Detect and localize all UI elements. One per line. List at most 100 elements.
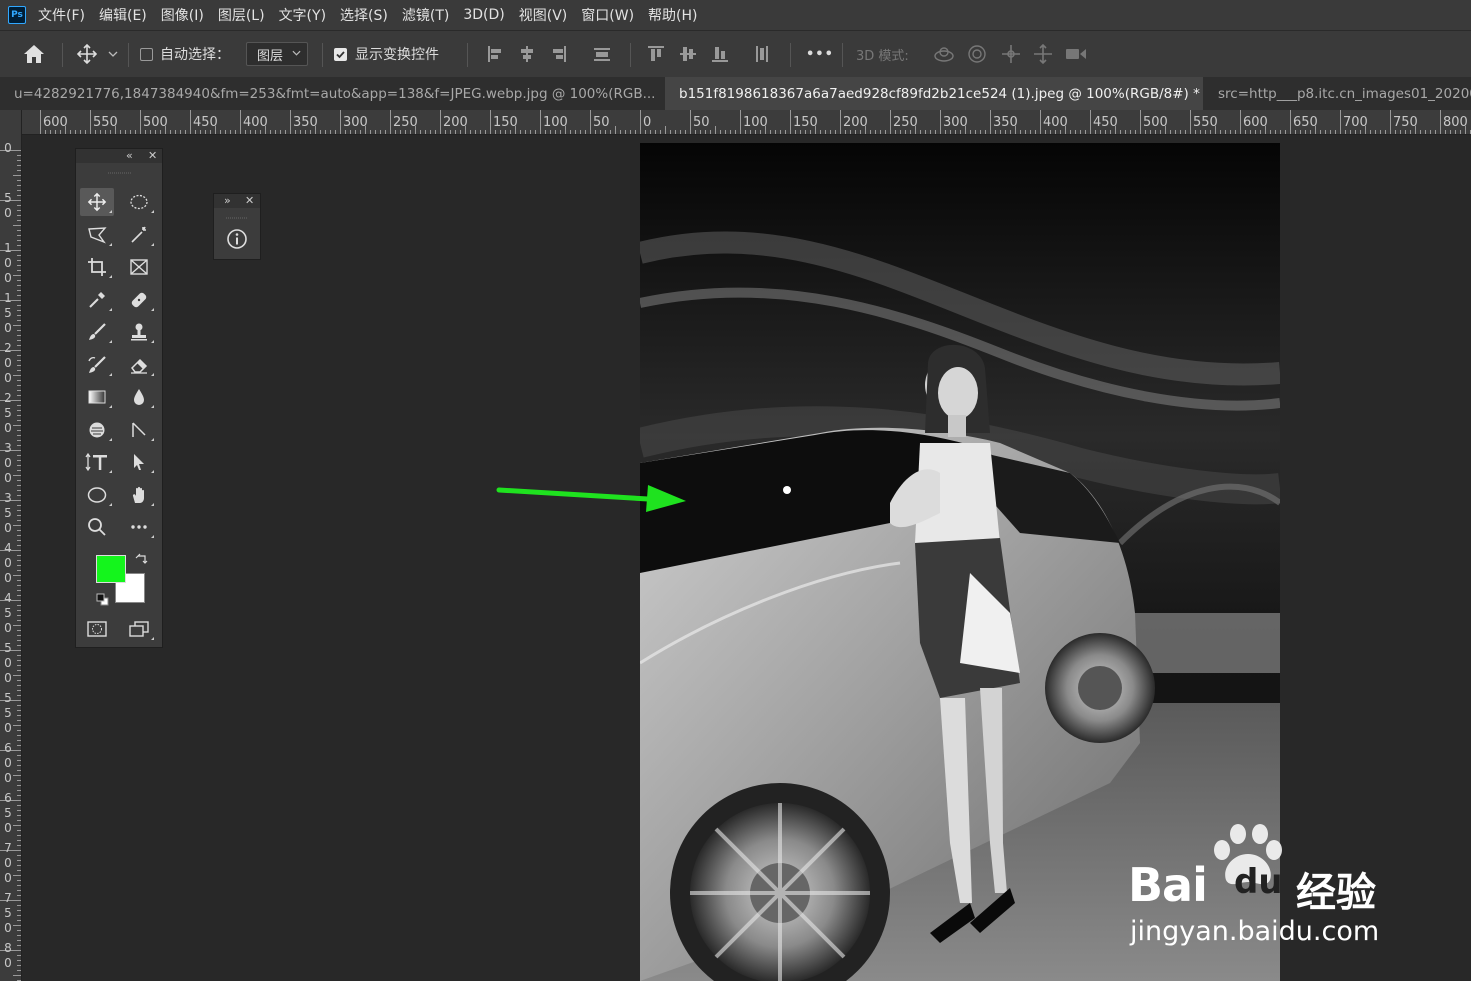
tab-doc-2[interactable]: b151f8198618367a6a7aed928cf89fd2b21ce524… — [665, 77, 1203, 110]
ruler-minor-tick — [17, 160, 21, 161]
ruler-minor-tick — [425, 130, 426, 134]
ruler-minor-tick — [745, 130, 746, 134]
ruler-minor-tick — [810, 130, 811, 134]
healing-brush-icon[interactable] — [122, 286, 156, 314]
3d-camera-icon[interactable] — [1064, 31, 1088, 77]
chevron-down-icon[interactable] — [108, 31, 118, 77]
vertical-ruler[interactable]: 0 50 100 150 200 250 300 350 400 450 500 550 600 650 7… — [0, 134, 22, 981]
ruler-minor-tick — [17, 595, 21, 596]
pen-tool-icon[interactable] — [122, 416, 156, 444]
marquee-tool-icon[interactable] — [122, 188, 156, 216]
zoom-tool-icon[interactable] — [80, 513, 114, 541]
ruler-label: 500 — [4, 641, 12, 685]
menu-layer[interactable]: 图层(L) — [218, 5, 265, 25]
ruler-minor-tick — [935, 130, 936, 134]
tab-doc-1[interactable]: u=4282921776,1847384940&fm=253&fmt=auto&… — [0, 77, 664, 110]
align-middle-v-icon[interactable] — [678, 31, 698, 77]
menu-window[interactable]: 窗口(W) — [581, 5, 634, 25]
ruler-minor-tick — [435, 130, 436, 134]
collapse-icon[interactable]: « — [126, 149, 133, 163]
layer-select-dropdown[interactable]: 图层 — [246, 42, 308, 66]
close-icon[interactable]: ✕ — [148, 149, 157, 163]
history-brush-icon[interactable] — [80, 351, 114, 379]
3d-slide-icon[interactable] — [1032, 31, 1054, 77]
panel-grip[interactable] — [76, 163, 162, 174]
horizontal-ruler[interactable]: 600 550 500 450 400 350 300 250 200 150 100 50 0 50 10… — [22, 110, 1471, 135]
ruler-minor-tick — [910, 130, 911, 134]
eraser-tool-icon[interactable] — [122, 351, 156, 379]
tab-doc-3[interactable]: src=http___p8.itc.cn_images01_202008 — [1204, 77, 1471, 110]
ruler-minor-tick — [1115, 126, 1116, 134]
align-bottom-icon[interactable] — [710, 31, 730, 77]
info-panel-header[interactable]: » ✕ — [214, 194, 260, 208]
ruler-minor-tick — [17, 410, 21, 411]
frame-tool-icon[interactable] — [122, 253, 156, 281]
clone-stamp-icon[interactable] — [122, 318, 156, 346]
3d-roll-icon[interactable] — [966, 31, 988, 77]
ruler-minor-tick — [17, 760, 21, 761]
crop-tool-icon[interactable] — [80, 253, 114, 281]
default-colors-icon[interactable] — [96, 592, 110, 611]
home-icon[interactable] — [22, 31, 46, 77]
lasso-tool-icon[interactable] — [80, 221, 114, 249]
align-center-h-icon[interactable] — [518, 31, 536, 77]
blur-tool-icon[interactable] — [122, 383, 156, 411]
ruler-minor-tick — [295, 130, 296, 134]
dodge-tool-icon[interactable] — [80, 416, 114, 444]
menu-type[interactable]: 文字(Y) — [279, 5, 326, 25]
path-selection-icon[interactable] — [122, 448, 156, 476]
ruler-minor-tick — [17, 380, 21, 381]
align-right-icon[interactable] — [550, 31, 568, 77]
close-icon[interactable]: ✕ — [245, 194, 254, 208]
ruler-minor-tick — [780, 130, 781, 134]
menu-select[interactable]: 选择(S) — [340, 5, 388, 25]
screen-mode-icon[interactable] — [122, 615, 156, 643]
ruler-minor-tick — [13, 725, 21, 726]
menu-filter[interactable]: 滤镜(T) — [402, 5, 449, 25]
ruler-minor-tick — [17, 255, 21, 256]
align-top-icon[interactable] — [646, 31, 666, 77]
expand-icon[interactable]: » — [224, 194, 231, 208]
ruler-minor-tick — [550, 130, 551, 134]
menu-help[interactable]: 帮助(H) — [648, 5, 697, 25]
eyedropper-tool-icon[interactable] — [80, 286, 114, 314]
ellipse-tool-icon[interactable] — [80, 481, 114, 509]
move-tool-icon[interactable] — [76, 31, 98, 77]
foreground-color-swatch[interactable] — [96, 555, 126, 583]
menu-3d[interactable]: 3D(D) — [463, 7, 504, 23]
ruler-minor-tick — [17, 340, 21, 341]
more-options-icon[interactable]: ••• — [806, 47, 834, 62]
show-transform-checkbox[interactable] — [334, 47, 347, 61]
gradient-tool-icon[interactable] — [80, 383, 114, 411]
ruler-major-tick — [490, 110, 491, 134]
hand-tool-icon[interactable] — [122, 481, 156, 509]
ruler-minor-tick — [125, 130, 126, 134]
type-tool-icon[interactable] — [80, 448, 114, 476]
quick-mask-icon[interactable] — [80, 615, 114, 643]
ruler-minor-tick — [17, 345, 21, 346]
auto-select-checkbox[interactable] — [140, 47, 153, 61]
menu-file[interactable]: 文件(F) — [38, 5, 85, 25]
magic-wand-icon[interactable] — [122, 221, 156, 249]
brush-tool-icon[interactable] — [80, 318, 114, 346]
ruler-label: 550 — [4, 691, 12, 735]
3d-orbit-icon[interactable] — [932, 31, 956, 77]
ruler-minor-tick — [17, 245, 21, 246]
info-icon[interactable] — [226, 228, 248, 254]
ruler-minor-tick — [760, 130, 761, 134]
distribute-vertical-icon[interactable] — [752, 31, 772, 77]
ruler-minor-tick — [230, 130, 231, 134]
swap-colors-icon[interactable] — [135, 552, 149, 571]
ruler-minor-tick — [17, 790, 21, 791]
menu-image[interactable]: 图像(I) — [161, 5, 204, 25]
menu-view[interactable]: 视图(V) — [519, 5, 568, 25]
3d-drag-icon[interactable] — [1000, 31, 1022, 77]
ruler-major-tick — [840, 110, 841, 134]
more-tools-icon[interactable] — [122, 513, 156, 541]
align-left-icon[interactable] — [486, 31, 504, 77]
menu-edit[interactable]: 编辑(E) — [99, 5, 147, 25]
distribute-horizontal-icon[interactable] — [592, 31, 612, 77]
ruler-major-tick — [290, 110, 291, 134]
tools-panel-header[interactable]: « ✕ — [76, 149, 162, 163]
move-tool-icon[interactable] — [80, 188, 114, 216]
